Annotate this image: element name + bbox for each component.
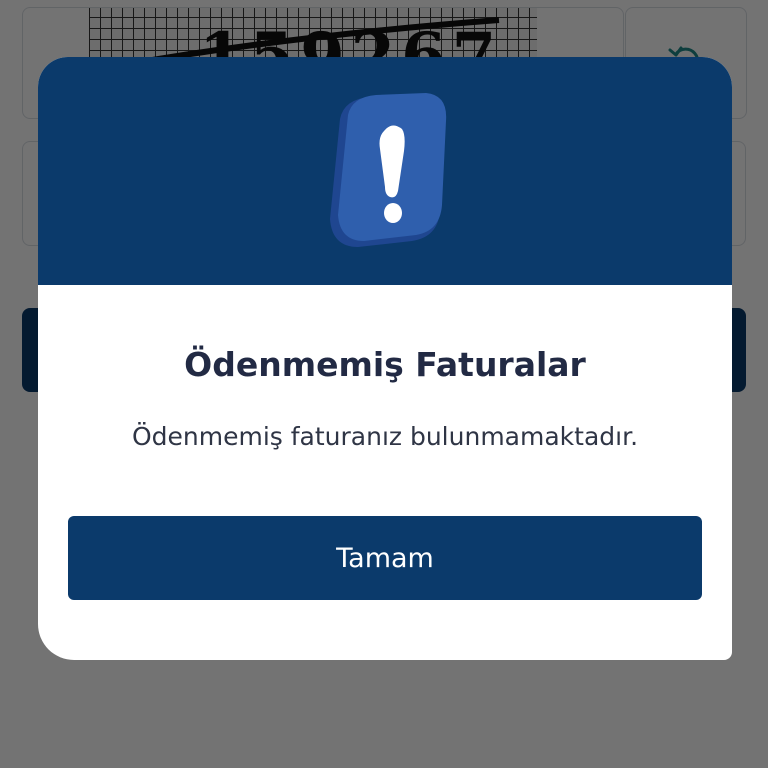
ok-button-label: Tamam xyxy=(336,542,434,574)
ok-button[interactable]: Tamam xyxy=(68,516,702,600)
exclamation-alert-icon xyxy=(330,93,447,247)
dialog-message: Ödenmemiş faturanız bulunmamaktadır. xyxy=(131,422,639,451)
unpaid-bills-dialog: Ödenmemiş Faturalar Ödenmemiş faturanız … xyxy=(38,57,732,660)
dialog-title: Ödenmemiş Faturalar xyxy=(184,345,586,384)
dialog-header xyxy=(38,57,732,285)
